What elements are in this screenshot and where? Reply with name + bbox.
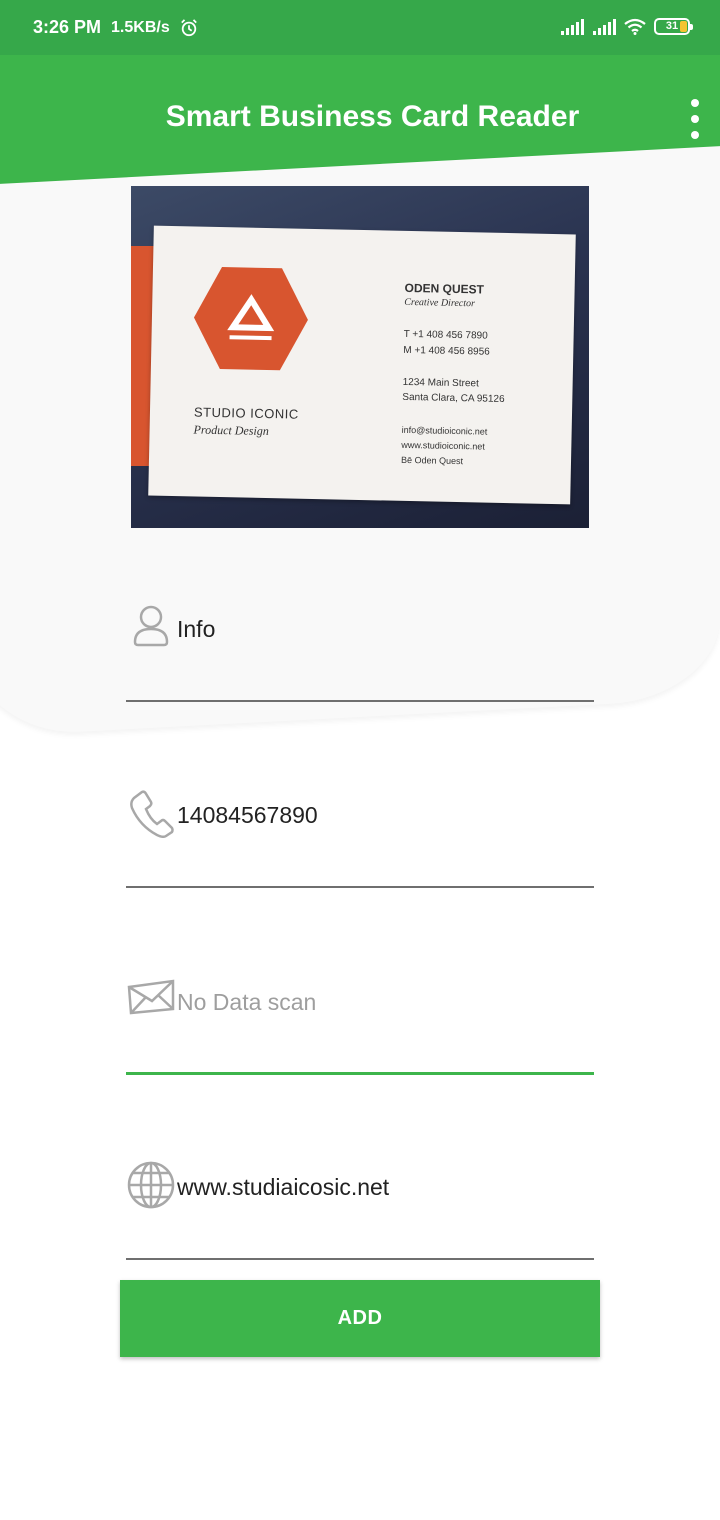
info-field-underline [126,700,594,702]
card-contact: info@studioiconic.net www.studioiconic.n… [401,423,488,470]
status-bar: 3:26 PM 1.5KB/s 31 [0,0,720,55]
card-address-line2: Santa Clara, CA 95126 [402,391,505,405]
mail-icon [127,979,175,1015]
info-field-value: Info [177,616,216,642]
app-title: Smart Business Card Reader [165,100,580,133]
card-website: www.studioiconic.net [401,439,485,452]
status-time: 3:26 PM [33,17,102,37]
network-speed: 1.5KB/s [111,18,170,36]
phone-field[interactable]: 14084567890 [126,768,594,888]
info-field[interactable]: Info [126,582,594,702]
email-field[interactable]: No Data scan [126,955,594,1075]
card-brand: STUDIO ICONIC [193,404,299,422]
app-screen: 3:26 PM 1.5KB/s 31 Smart Business Card R… [0,0,720,1520]
card-social: Bē Oden Quest [400,454,464,467]
business-card: STUDIO ICONIC Product Design ODEN QUEST … [148,225,576,505]
website-field-underline [126,1258,594,1260]
card-address: 1234 Main Street Santa Clara, CA 95126 [402,375,505,407]
card-phones: T +1 408 456 7890 M +1 408 456 8956 [403,327,490,361]
email-field-value: No Data scan [177,989,317,1015]
wifi-icon [624,18,646,35]
card-person-role: Creative Director [404,296,476,310]
studio-logo [193,267,308,371]
phone-icon [130,790,174,838]
globe-icon [127,1161,175,1209]
battery-icon: 31 [654,18,693,35]
status-left: 3:26 PM 1.5KB/s [33,17,198,38]
email-field-underline [126,1072,594,1075]
battery-level: 31 [665,20,679,32]
website-field[interactable]: www.studiaicosic.net [126,1140,594,1260]
phone-field-underline [126,886,594,888]
card-phone-m: M +1 408 456 8956 [403,344,490,358]
card-person-name: ODEN QUEST [404,280,485,297]
status-right: 31 [560,18,693,35]
card-email: info@studioiconic.net [401,424,488,437]
website-field-value: www.studiaicosic.net [177,1174,390,1200]
add-button[interactable]: ADD [120,1280,600,1357]
card-phone-t: T +1 408 456 7890 [403,328,488,342]
signal-icon [561,18,584,35]
phone-field-value: 14084567890 [177,802,318,828]
alarm-icon [180,18,197,36]
person-icon [133,605,169,647]
more-vert-icon[interactable] [684,99,706,139]
signal-icon-2 [593,18,616,35]
card-tagline: Product Design [193,422,269,439]
scanned-card-image: STUDIO ICONIC Product Design ODEN QUEST … [131,186,589,528]
